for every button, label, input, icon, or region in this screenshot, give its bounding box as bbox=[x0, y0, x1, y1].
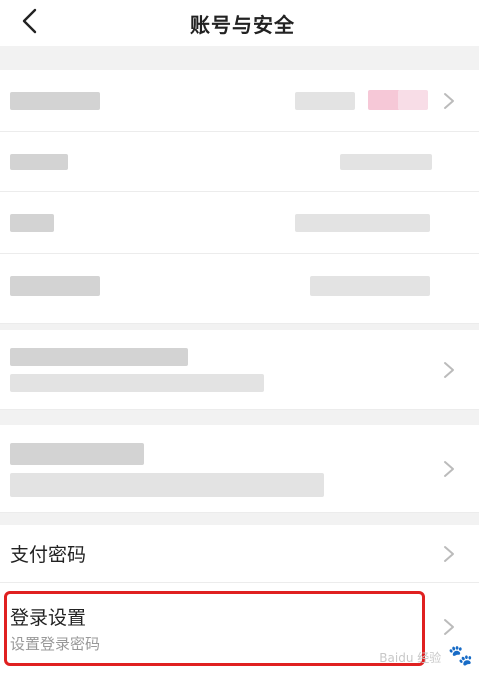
blurred-value bbox=[295, 92, 355, 110]
chevron-left-icon bbox=[22, 8, 37, 34]
top-bar: 账号与安全 bbox=[0, 0, 479, 46]
blurred-value bbox=[310, 276, 430, 296]
blurred-account-row-6[interactable] bbox=[0, 425, 479, 513]
login-settings-sublabel: 设置登录密码 bbox=[10, 635, 101, 653]
watermark-text: Baidu 经验 bbox=[379, 651, 442, 665]
blurred-sublabel bbox=[10, 473, 324, 497]
blurred-account-row-1[interactable] bbox=[0, 70, 479, 132]
blurred-value bbox=[340, 154, 432, 170]
chevron-right-icon bbox=[444, 546, 454, 562]
blurred-sublabel bbox=[10, 374, 264, 392]
blurred-label bbox=[10, 154, 68, 170]
blurred-value-accent bbox=[368, 90, 400, 110]
login-settings-row[interactable]: 登录设置 设置登录密码 bbox=[0, 583, 479, 683]
blurred-label bbox=[10, 348, 188, 366]
watermark: Baidu 经验 🐾 bbox=[379, 643, 473, 667]
blurred-account-row-3[interactable] bbox=[0, 192, 479, 254]
chevron-right-icon bbox=[444, 619, 454, 635]
payment-password-label: 支付密码 bbox=[10, 544, 87, 566]
chevron-right-icon bbox=[444, 461, 454, 477]
blurred-label bbox=[10, 443, 144, 465]
blurred-account-row-5[interactable] bbox=[0, 330, 479, 410]
blurred-label bbox=[10, 92, 100, 110]
blurred-label bbox=[10, 214, 54, 232]
page-title: 账号与安全 bbox=[190, 12, 295, 37]
blurred-value bbox=[295, 214, 430, 232]
chevron-right-icon bbox=[444, 362, 454, 378]
back-button[interactable] bbox=[16, 8, 42, 34]
payment-password-row[interactable]: 支付密码 bbox=[0, 525, 479, 583]
blurred-value-accent bbox=[398, 90, 428, 110]
blurred-account-row-2[interactable] bbox=[0, 132, 479, 192]
login-settings-label: 登录设置 bbox=[10, 607, 87, 629]
blurred-account-row-4[interactable] bbox=[0, 254, 479, 324]
paw-icon: 🐾 bbox=[448, 643, 473, 667]
chevron-right-icon bbox=[444, 93, 454, 109]
blurred-label bbox=[10, 276, 100, 296]
